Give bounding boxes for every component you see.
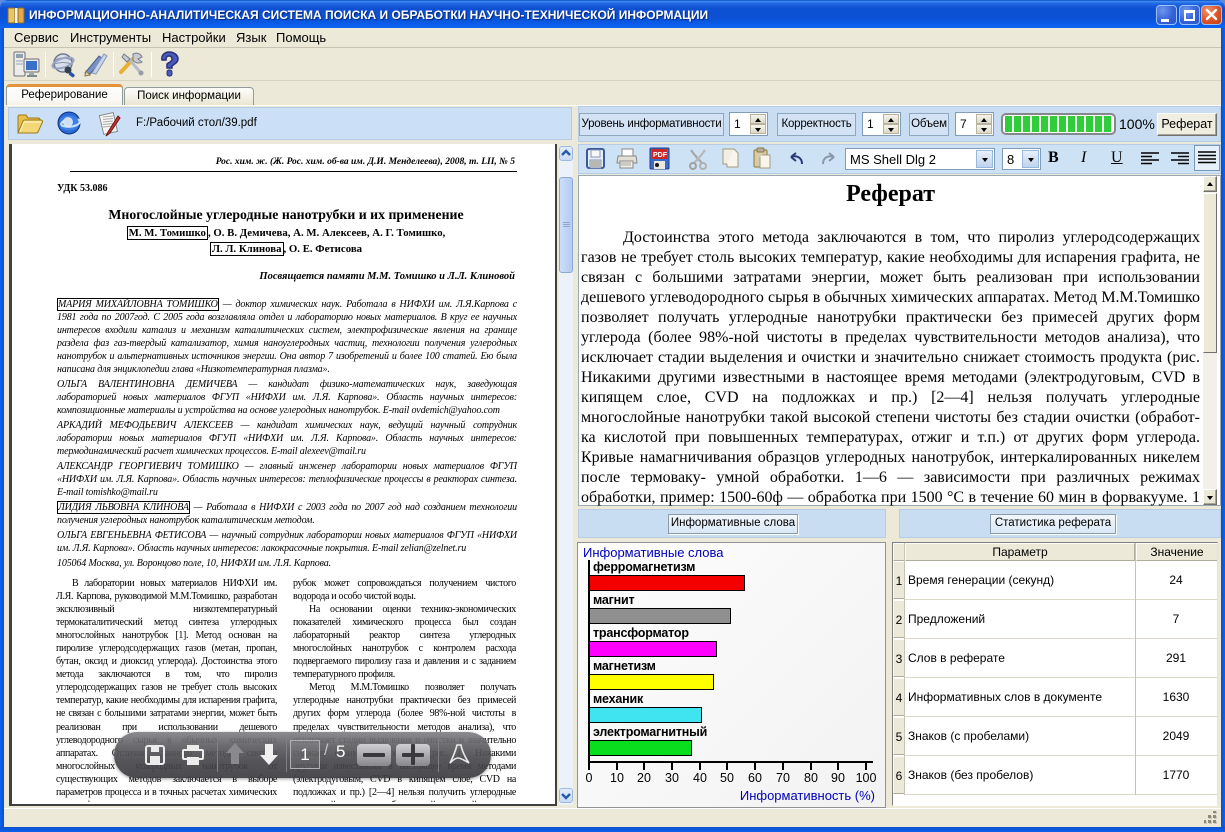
svg-text:PDF: PDF [653, 152, 668, 159]
